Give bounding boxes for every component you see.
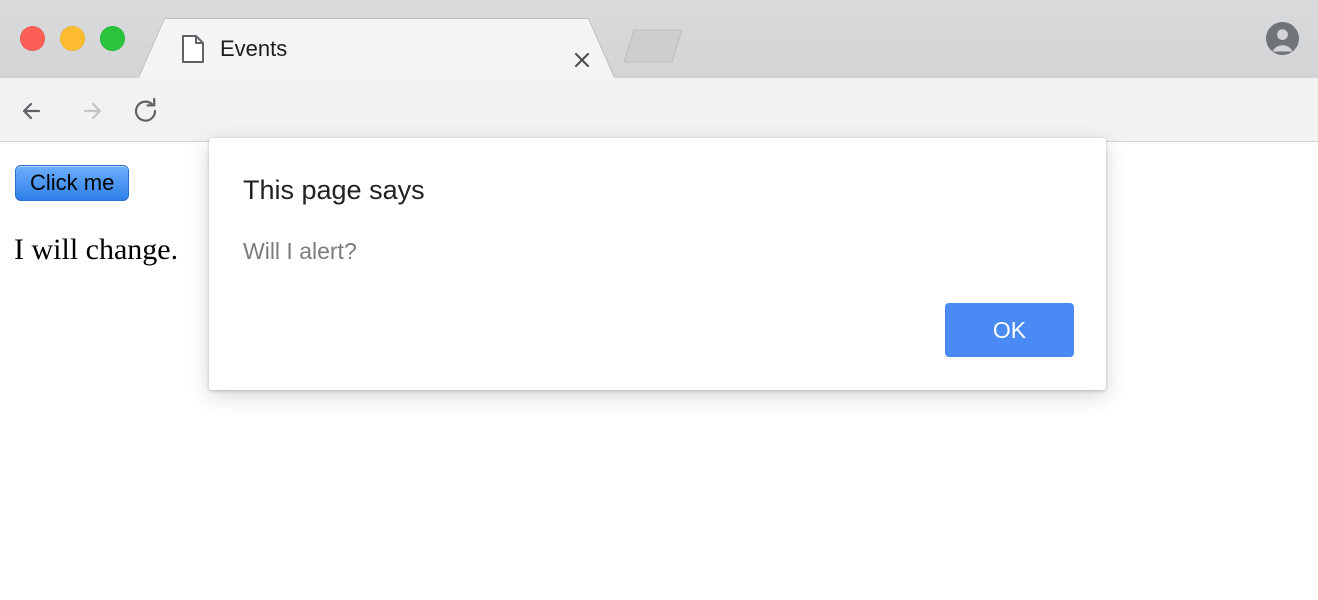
page-paragraph: I will change. — [14, 233, 179, 266]
browser-window: Events Click me I will change. This page… — [0, 0, 1318, 600]
new-tab-button[interactable] — [620, 26, 690, 66]
dialog-message: Will I alert? — [243, 238, 357, 264]
browser-tab-events[interactable]: Events — [138, 18, 615, 78]
new-tab-icon — [623, 29, 683, 63]
tab-background — [138, 18, 615, 78]
profile-avatar-icon — [1266, 22, 1299, 55]
tab-close-icon[interactable] — [570, 48, 594, 72]
back-button[interactable] — [17, 94, 51, 128]
avatar[interactable] — [1266, 22, 1299, 55]
document-icon — [182, 35, 204, 63]
close-window-button[interactable] — [20, 26, 45, 51]
reload-icon — [134, 97, 157, 122]
close-icon — [574, 52, 590, 68]
window-controls — [20, 26, 125, 51]
maximize-window-button[interactable] — [100, 26, 125, 51]
minimize-window-button[interactable] — [60, 26, 85, 51]
dialog-ok-button[interactable]: OK — [945, 303, 1074, 357]
forward-button — [73, 94, 107, 128]
tab-title: Events — [220, 36, 288, 61]
browser-toolbar: events.html — [0, 78, 1318, 213]
arrow-left-icon — [22, 102, 41, 120]
dialog-title: This page says — [243, 175, 425, 205]
arrow-right-icon — [83, 102, 102, 120]
click-me-button[interactable]: Click me — [15, 165, 130, 201]
tab-strip: Events — [0, 0, 1318, 78]
javascript-alert-dialog: This page says Will I alert? OK — [209, 138, 1106, 390]
reload-button[interactable] — [129, 94, 163, 128]
